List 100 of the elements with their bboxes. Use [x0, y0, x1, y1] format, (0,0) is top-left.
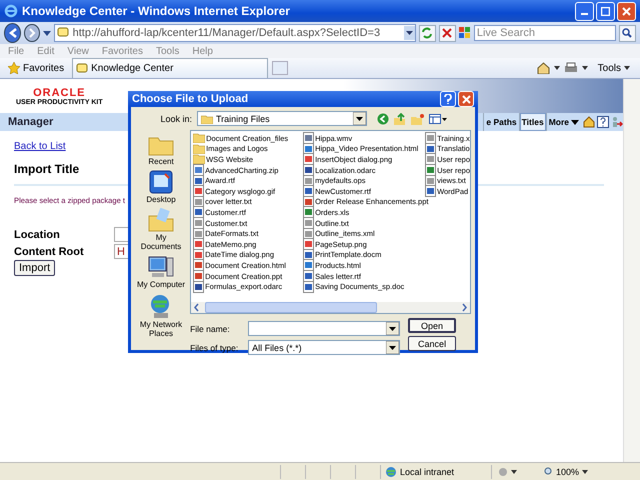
logout-icon[interactable] — [611, 116, 623, 128]
star-icon — [8, 62, 20, 74]
file-icon — [193, 259, 204, 272]
flag-icon — [458, 27, 471, 39]
file-icon — [193, 185, 204, 198]
caret-icon[interactable] — [511, 470, 517, 474]
file-icon — [193, 196, 204, 208]
file-icon — [425, 164, 436, 176]
speech-bubble-icon — [56, 27, 69, 39]
address-field[interactable]: http://ahufford-lap/kcenter11/Manager/Default.aspx?SelectID=3 — [54, 24, 416, 42]
up-folder-icon[interactable] — [394, 112, 406, 124]
file-icon — [193, 238, 204, 250]
folder-icon — [193, 144, 206, 154]
file-type-label: Files of type: — [190, 342, 240, 352]
look-in-label: Look in: — [159, 114, 192, 124]
import-button[interactable]: Import — [14, 260, 56, 276]
places-item[interactable]: My Documents — [136, 208, 186, 251]
printer-icon[interactable] — [564, 62, 578, 74]
caret-icon[interactable] — [554, 66, 560, 70]
caret-icon — [571, 120, 579, 124]
file-name-label: File name: — [190, 324, 231, 334]
folder-icon — [193, 133, 206, 144]
close-icon — [622, 6, 631, 16]
forward-button[interactable] — [24, 24, 40, 42]
file-icon — [193, 174, 204, 187]
caret-icon — [624, 66, 630, 70]
places-item[interactable]: My Network Places — [136, 293, 186, 338]
file-icon — [193, 270, 204, 282]
caret-icon — [582, 470, 588, 474]
file-icon — [425, 174, 436, 187]
tools-menu-button[interactable]: Tools — [592, 62, 636, 74]
speech-bubble-icon — [76, 62, 88, 74]
favorites-button[interactable]: Favorites — [4, 62, 68, 74]
scrollbar[interactable] — [191, 302, 470, 313]
help-button[interactable] — [440, 91, 456, 107]
page-heading: Import Title — [14, 162, 80, 176]
file-icon — [303, 270, 314, 282]
file-icon — [303, 206, 314, 218]
close-button[interactable] — [458, 91, 474, 107]
field-label: Location — [14, 228, 61, 240]
back-button[interactable] — [4, 23, 22, 43]
places-item[interactable]: Recent — [136, 134, 186, 166]
back-icon[interactable] — [377, 112, 389, 124]
new-folder-icon[interactable] — [411, 112, 424, 124]
file-icon — [303, 238, 314, 250]
home-icon[interactable] — [536, 62, 550, 74]
search-button[interactable] — [618, 24, 636, 42]
dialog-button[interactable]: Open — [408, 318, 456, 333]
history-dropdown-icon[interactable] — [42, 30, 51, 36]
home-icon[interactable] — [583, 116, 595, 128]
stop-button[interactable] — [438, 24, 456, 42]
maximize-button[interactable] — [596, 2, 615, 20]
desktop-icon — [149, 170, 174, 194]
dropdown-arrow-icon[interactable] — [386, 341, 400, 354]
places-item[interactable]: My Computer — [136, 255, 186, 289]
refresh-icon — [421, 27, 434, 39]
file-icon — [303, 248, 314, 261]
minimize-button[interactable] — [575, 2, 594, 20]
nav-tab[interactable]: More — [546, 113, 581, 131]
file-icon — [303, 164, 314, 176]
file-icon — [303, 217, 314, 230]
nav-tab[interactable]: Titles — [518, 113, 546, 131]
file-icon — [193, 228, 204, 240]
caret-icon[interactable] — [582, 66, 588, 70]
file-icon — [303, 259, 314, 272]
file-name-field[interactable] — [248, 321, 400, 336]
file-icon — [303, 142, 314, 155]
zoom-button[interactable]: 100% — [538, 466, 594, 478]
file-type-dropdown[interactable]: All Files (*.*) — [248, 340, 400, 355]
globe-icon — [385, 466, 397, 478]
magnifier-icon — [544, 467, 553, 476]
folder-icon — [193, 154, 206, 164]
file-icon — [193, 248, 204, 261]
dropdown-arrow-icon[interactable] — [353, 112, 366, 125]
back-link[interactable]: Back to List — [14, 141, 66, 152]
look-in-dropdown[interactable]: Training Files — [197, 111, 367, 126]
close-button[interactable] — [617, 2, 636, 20]
search-field[interactable]: Live Search — [474, 25, 616, 41]
folder-icon — [148, 208, 174, 232]
file-icon — [303, 185, 314, 198]
dialog-button[interactable]: Cancel — [408, 336, 456, 351]
file-icon — [425, 142, 436, 155]
file-icon — [193, 217, 204, 230]
field-label: Content Root — [14, 246, 85, 258]
file-icon — [303, 174, 314, 187]
view-menu-icon[interactable] — [429, 112, 447, 124]
file-icon — [193, 164, 204, 176]
file-icon — [303, 228, 314, 240]
scrollbar[interactable] — [623, 79, 640, 462]
security-zone: Local intranet — [400, 466, 454, 476]
computer-icon — [148, 255, 174, 279]
dialog-title: Choose File to Upload — [132, 93, 250, 105]
dropdown-arrow-icon[interactable] — [386, 322, 400, 335]
browser-tab[interactable]: Knowledge Center — [72, 58, 268, 78]
close-icon — [462, 94, 470, 104]
browser-logo-icon — [4, 4, 18, 18]
help-icon[interactable] — [597, 116, 609, 128]
file-icon — [193, 206, 204, 218]
oracle-logo: ORACLE — [33, 86, 86, 98]
places-item[interactable]: Desktop — [136, 170, 186, 204]
